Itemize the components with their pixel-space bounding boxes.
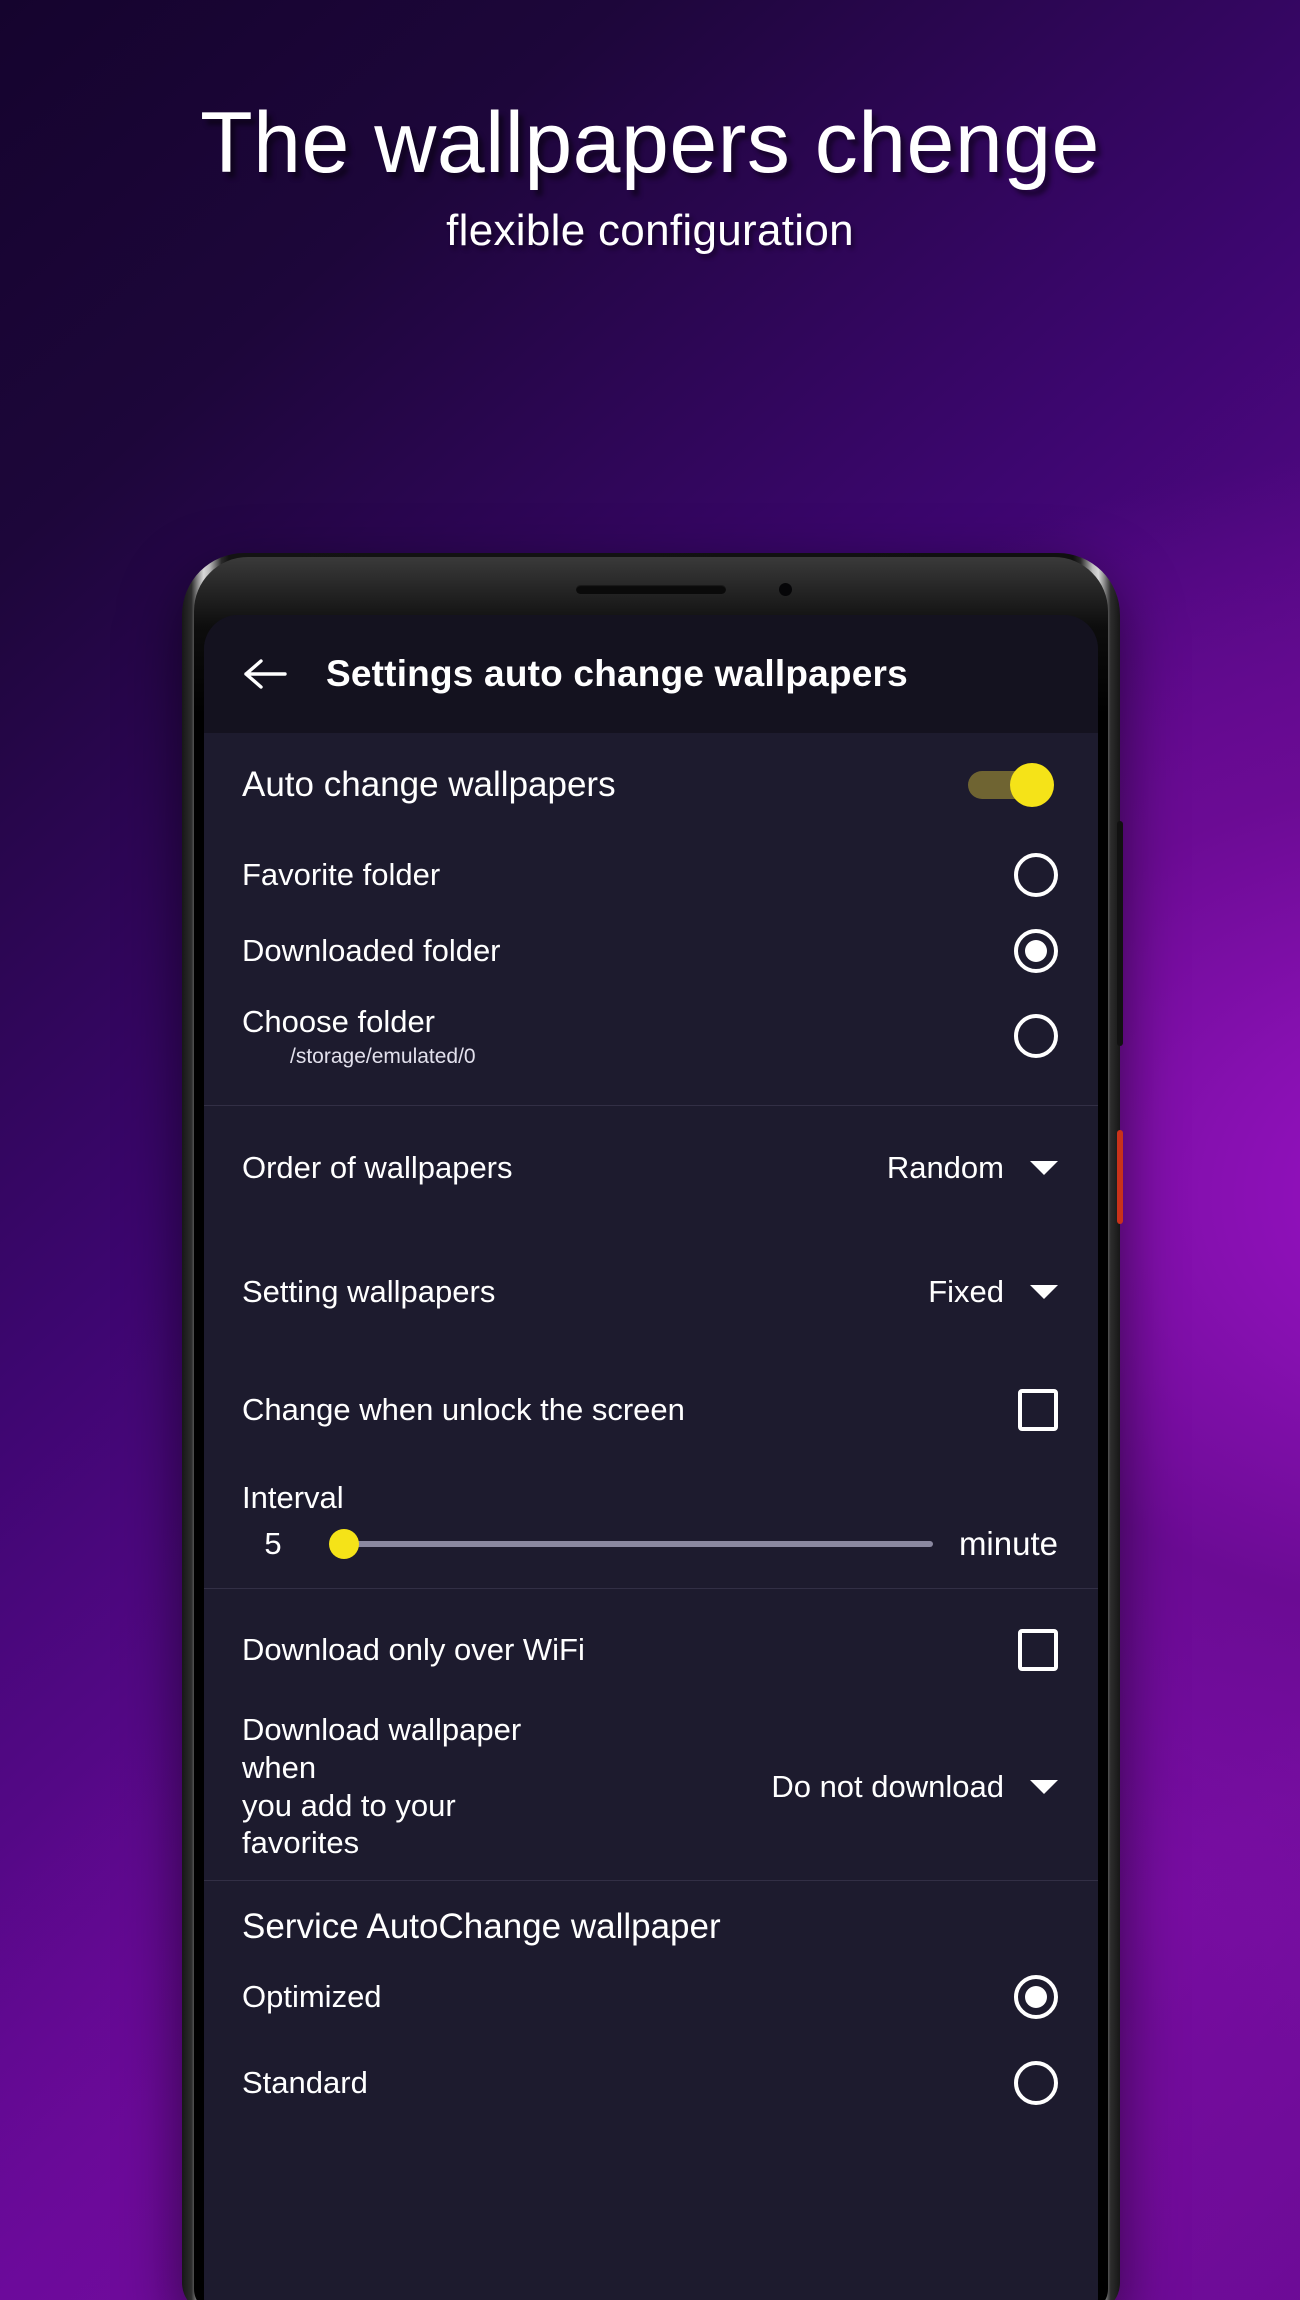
interval-value: 5	[264, 1526, 282, 1561]
change-on-unlock-checkbox[interactable]	[1018, 1389, 1058, 1431]
auto-change-label: Auto change wallpapers	[242, 764, 616, 804]
row-order-of-wallpapers[interactable]: Order of wallpapers Random	[204, 1106, 1098, 1230]
section-folders: Auto change wallpapers Favorite folder D…	[204, 733, 1098, 1105]
slider-rail	[332, 1541, 933, 1547]
service-section-header: Service AutoChange wallpaper	[204, 1881, 1098, 1951]
chevron-down-icon	[1030, 1161, 1058, 1175]
row-setting-wallpapers[interactable]: Setting wallpapers Fixed	[204, 1230, 1098, 1354]
row-service-standard[interactable]: Standard	[204, 2043, 1098, 2123]
setting-wallpapers-label: Setting wallpapers	[242, 1274, 496, 1310]
volume-button[interactable]	[1117, 821, 1123, 1046]
section-pad	[204, 1083, 1098, 1105]
choose-folder-radio[interactable]	[1014, 1014, 1058, 1058]
change-on-unlock-label: Change when unlock the screen	[242, 1392, 685, 1428]
row-wifi-only[interactable]: Download only over WiFi	[204, 1589, 1098, 1711]
row-service-optimized[interactable]: Optimized	[204, 1951, 1098, 2043]
order-of-wallpapers-dropdown[interactable]: Random	[887, 1150, 1058, 1186]
row-choose-folder[interactable]: Choose folder /storage/emulated/0	[204, 989, 1098, 1083]
service-header-label: Service AutoChange wallpaper	[242, 1907, 721, 1947]
favorite-folder-radio[interactable]	[1014, 853, 1058, 897]
slider-thumb[interactable]	[329, 1529, 359, 1559]
section-service: Service AutoChange wallpaper Optimized S…	[204, 1880, 1098, 2123]
auto-change-toggle[interactable]	[966, 763, 1058, 807]
service-optimized-radio[interactable]	[1014, 1975, 1058, 2020]
choose-folder-label: Choose folder	[242, 1004, 436, 1040]
promo-subheadline: flexible configuration	[446, 205, 854, 255]
settings-list: Auto change wallpapers Favorite folder D…	[204, 733, 1098, 2300]
row-change-on-unlock[interactable]: Change when unlock the screen	[204, 1354, 1098, 1466]
download-on-favorite-label-line2: you add to your favorites	[242, 1787, 456, 1861]
download-on-favorite-dropdown[interactable]: Do not download	[771, 1769, 1058, 1805]
section-behavior: Order of wallpapers Random Setting wallp…	[204, 1105, 1098, 1588]
download-on-favorite-label-line1: Download wallpaper when	[242, 1712, 522, 1785]
order-of-wallpapers-value: Random	[886, 1150, 1004, 1185]
promo-text-block: The wallpapers chenge flexible configura…	[0, 95, 1300, 256]
favorite-folder-label: Favorite folder	[242, 857, 441, 893]
earpiece-speaker	[576, 585, 726, 594]
phone-mockup: Settings auto change wallpapers Auto cha…	[182, 553, 1123, 2300]
interval-label: Interval	[242, 1480, 344, 1515]
chevron-down-icon	[1030, 1285, 1058, 1299]
toggle-knob	[1010, 763, 1054, 807]
downloaded-folder-label: Downloaded folder	[242, 933, 501, 969]
row-downloaded-folder[interactable]: Downloaded folder	[204, 913, 1098, 989]
order-of-wallpapers-label: Order of wallpapers	[242, 1150, 513, 1186]
promo-headline: The wallpapers chenge	[200, 95, 1100, 191]
row-interval: Interval 5 minute	[204, 1466, 1098, 1588]
wifi-only-checkbox[interactable]	[1018, 1629, 1058, 1671]
service-standard-label: Standard	[242, 2065, 368, 2101]
section-downloads: Download only over WiFi Download wallpap…	[204, 1588, 1098, 1880]
row-download-on-favorite[interactable]: Download wallpaper when you add to your …	[204, 1711, 1098, 1862]
service-optimized-label: Optimized	[242, 1979, 382, 2015]
phone-screen: Settings auto change wallpapers Auto cha…	[204, 615, 1098, 2300]
row-auto-change[interactable]: Auto change wallpapers	[204, 733, 1098, 837]
page-title: Settings auto change wallpapers	[326, 653, 908, 694]
app-bar: Settings auto change wallpapers	[204, 615, 1098, 733]
front-camera-icon	[778, 583, 792, 596]
chevron-down-icon	[1030, 1779, 1058, 1794]
section-pad	[204, 1862, 1098, 1880]
power-button[interactable]	[1117, 1130, 1123, 1224]
row-favorite-folder[interactable]: Favorite folder	[204, 837, 1098, 913]
download-on-favorite-value: Do not download	[771, 1768, 1004, 1804]
back-arrow-icon[interactable]	[238, 647, 292, 701]
wifi-only-label: Download only over WiFi	[242, 1632, 585, 1668]
interval-slider[interactable]	[329, 1522, 933, 1566]
choose-folder-path: /storage/emulated/0	[290, 1044, 476, 1068]
service-standard-radio[interactable]	[1014, 2061, 1058, 2106]
interval-unit: minute	[958, 1525, 1058, 1562]
setting-wallpapers-value: Fixed	[928, 1274, 1004, 1309]
setting-wallpapers-dropdown[interactable]: Fixed	[928, 1274, 1058, 1310]
downloaded-folder-radio[interactable]	[1014, 929, 1058, 973]
